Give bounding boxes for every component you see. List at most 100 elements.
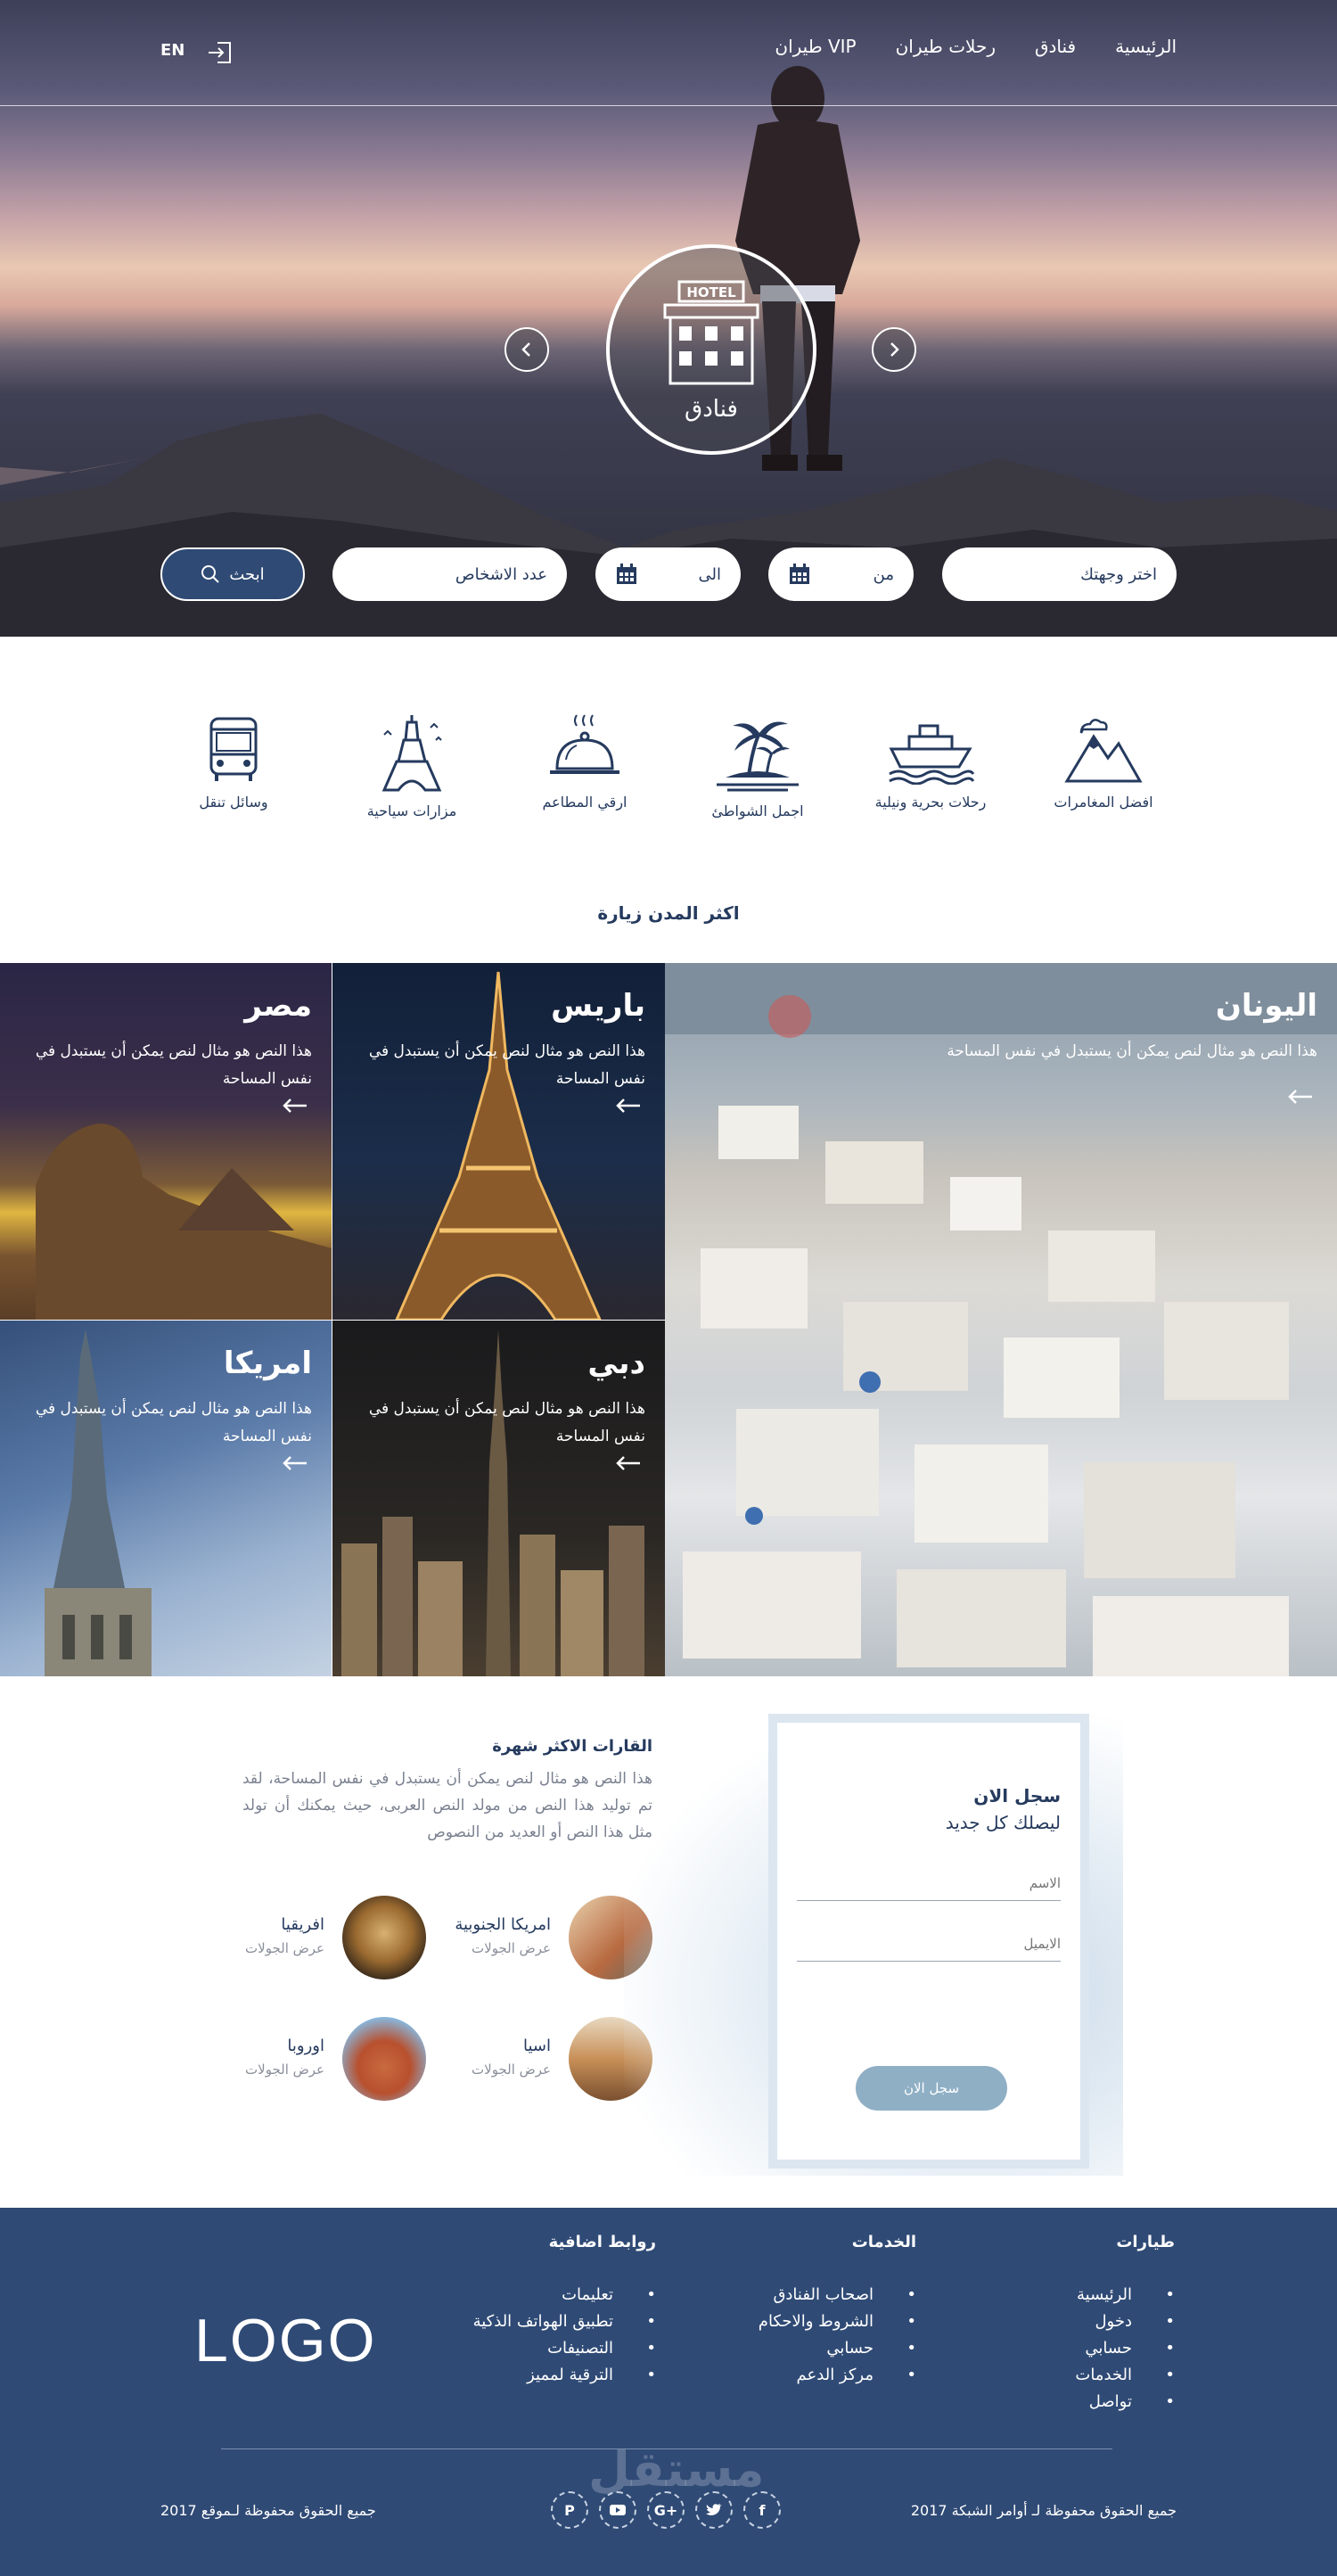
slider-prev-button[interactable]: [504, 327, 549, 372]
continent-tours-link[interactable]: عرض الجولات: [472, 2062, 551, 2078]
category-label: وسائل تنقل: [199, 794, 268, 811]
arrow-left-icon[interactable]: [615, 1454, 642, 1472]
nav-flights[interactable]: رحلات طيران: [896, 36, 996, 57]
watermark: مستقل: [588, 2441, 765, 2498]
footer-link[interactable]: الشروط والاحكام: [759, 2309, 916, 2335]
register-card: سجل الان ليصلك كل جديد سجل الان: [768, 1714, 1089, 2169]
city-tile-america[interactable]: امريكا هذا النص هو مثال لنص يمكن أن يستب…: [0, 1321, 332, 1676]
login-icon[interactable]: [207, 39, 234, 66]
city-tile-greece[interactable]: اليونان هذا النص هو مثال لنص يمكن أن يست…: [665, 963, 1337, 1676]
search-button[interactable]: ابحث: [160, 547, 305, 601]
continent-africa[interactable]: افريقيا عرض الجولات: [212, 1896, 426, 1985]
category-attractions[interactable]: مزارات سياحية: [332, 713, 492, 819]
pinterest-icon[interactable]: P: [551, 2491, 588, 2529]
city-tile-egypt[interactable]: مصر هذا النص هو مثال لنص يمكن أن يستبدل …: [0, 963, 332, 1320]
footer-link[interactable]: تطبيق الهواتف الذكية: [473, 2309, 657, 2335]
city-name: مصر: [244, 988, 312, 1024]
twitter-icon[interactable]: [695, 2491, 733, 2529]
palm-island-icon: [717, 721, 799, 792]
footer-link[interactable]: الرئيسية: [1075, 2282, 1175, 2309]
footer-link[interactable]: دخول: [1075, 2309, 1175, 2335]
category-beaches[interactable]: اجمل الشواطئ: [677, 713, 838, 819]
city-description: هذا النص هو مثال لنص يمكن أن يستبدل في ن…: [35, 1042, 312, 1088]
date-to-label: الى: [698, 564, 722, 584]
continent-name: امريكا الجنوبية: [455, 1915, 551, 1934]
persons-field[interactable]: عدد الاشخاص: [332, 547, 567, 601]
social-links: P G+ f: [551, 2491, 781, 2529]
facebook-icon[interactable]: f: [743, 2491, 781, 2529]
copyright-right: جميع الحقوق محفوظة لـ أوامر الشبكة 2017: [910, 2502, 1177, 2519]
email-field[interactable]: [797, 1926, 1061, 1962]
persons-label: عدد الاشخاص: [455, 564, 547, 584]
footer-link[interactable]: حسابي: [759, 2335, 916, 2362]
category-transport[interactable]: وسائل تنقل: [153, 713, 314, 811]
register-button[interactable]: سجل الان: [856, 2066, 1007, 2111]
footer-logo[interactable]: LOGO: [194, 2306, 377, 2375]
city-description: هذا النص هو مثال لنص يمكن أن يستبدل في ن…: [368, 1042, 645, 1088]
footer-column-extra-links: روابط اضافية تعليمات تطبيق الهواتف الذكي…: [473, 2233, 657, 2389]
footer-link[interactable]: الترقية لمميز: [473, 2362, 656, 2389]
city-description: هذا النص هو مثال لنص يمكن أن يستبدل في ن…: [35, 1400, 312, 1445]
arrow-left-icon[interactable]: [1287, 1088, 1314, 1106]
arrow-left-icon[interactable]: [282, 1097, 308, 1115]
hotel-icon: HOTEL: [663, 280, 759, 385]
continent-name: اسيا: [523, 2037, 551, 2055]
google-plus-icon[interactable]: G+: [647, 2491, 685, 2529]
hero-category-circle: HOTEL فنادق: [606, 244, 816, 455]
category-cruises[interactable]: رحلات بحرية ونيلية: [850, 713, 1011, 811]
footer-column-flights: طيارات الرئيسية دخول حسابي الخدمات تواصل: [1075, 2233, 1175, 2416]
ship-icon: [889, 724, 975, 785]
eiffel-icon: [381, 715, 442, 792]
continent-name: اوروبا: [287, 2037, 324, 2055]
nav-divider: [0, 105, 1337, 106]
footer: طيارات الرئيسية دخول حسابي الخدمات تواصل…: [0, 2208, 1337, 2576]
footer-link[interactable]: الخدمات: [1075, 2362, 1175, 2389]
category-label: افضل المغامرات: [1054, 794, 1153, 811]
arrow-left-icon[interactable]: [282, 1454, 308, 1472]
footer-column-title: روابط اضافية: [548, 2233, 656, 2251]
continent-south-america[interactable]: امريكا الجنوبية عرض الجولات: [439, 1896, 652, 1985]
category-restaurants[interactable]: ارقي المطاعم: [504, 713, 665, 811]
city-tile-paris[interactable]: باريس هذا النص هو مثال لنص يمكن أن يستبد…: [332, 963, 665, 1320]
city-name: باريس: [551, 988, 645, 1024]
category-label: مزارات سياحية: [366, 802, 457, 819]
city-name: دبي: [587, 1346, 645, 1381]
register-title: سجل الان: [973, 1785, 1061, 1806]
city-tile-dubai[interactable]: دبي هذا النص هو مثال لنص يمكن أن يستبدل …: [332, 1321, 665, 1676]
continent-tours-link[interactable]: عرض الجولات: [472, 1940, 551, 1956]
continent-tours-link[interactable]: عرض الجولات: [245, 2062, 324, 2078]
youtube-icon[interactable]: [599, 2491, 636, 2529]
name-field[interactable]: [797, 1865, 1061, 1901]
calendar-icon: [790, 564, 809, 584]
footer-link[interactable]: مركز الدعم: [759, 2362, 917, 2389]
arrow-left-icon[interactable]: [615, 1097, 642, 1115]
bus-icon: [209, 717, 258, 781]
slider-next-button[interactable]: [872, 327, 916, 372]
continent-tours-link[interactable]: عرض الجولات: [245, 1940, 324, 1956]
city-description: هذا النص هو مثال لنص يمكن أن يستبدل في ن…: [947, 1042, 1317, 1060]
nav-hotels[interactable]: فنادق: [1035, 36, 1076, 57]
date-to-field[interactable]: الى: [595, 547, 741, 601]
destination-field[interactable]: اختر وجهتك: [942, 547, 1177, 601]
language-switch[interactable]: EN: [160, 41, 185, 60]
nav-vip-flights[interactable]: طيران VIP: [775, 36, 856, 57]
city-name: اليونان: [1215, 988, 1317, 1024]
search-button-label: ابحث: [229, 564, 265, 583]
footer-link[interactable]: اصحاب الفنادق: [759, 2282, 916, 2309]
category-adventures[interactable]: افضل المغامرات: [1023, 713, 1184, 811]
nav-home[interactable]: الرئيسية: [1115, 36, 1177, 57]
category-label: ارقي المطاعم: [542, 794, 627, 811]
city-name: امريكا: [223, 1346, 312, 1381]
continent-europe[interactable]: اوروبا عرض الجولات: [212, 2017, 426, 2106]
date-from-field[interactable]: من: [768, 547, 914, 601]
chevron-left-icon: [521, 342, 530, 357]
footer-link[interactable]: تعليمات: [473, 2282, 656, 2309]
categories-row: افضل المغامرات رحلات بحرية ونيلية اجمل ا…: [0, 713, 1337, 838]
footer-link[interactable]: حسابي: [1075, 2335, 1175, 2362]
footer-link[interactable]: التصنيفات: [473, 2335, 656, 2362]
footer-link[interactable]: تواصل: [1075, 2389, 1175, 2416]
cities-section-title: اكثر المدن زيارة: [597, 902, 740, 924]
continent-photo: [342, 2017, 426, 2101]
continent-asia[interactable]: اسيا عرض الجولات: [439, 2017, 652, 2106]
mountain-icon: [1064, 719, 1143, 783]
